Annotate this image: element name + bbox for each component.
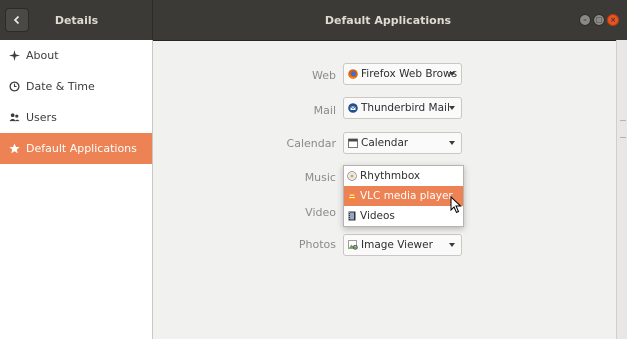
vlc-icon <box>348 191 356 200</box>
menu-item-videos[interactable]: Videos <box>344 206 463 226</box>
calendar-label: Calendar <box>286 137 336 150</box>
mail-combo-value: Thunderbird Mail <box>361 102 450 114</box>
sidebar: About Date & Time Users Default Applicat… <box>0 40 153 339</box>
background-window-edge <box>616 40 627 339</box>
star-icon <box>8 143 20 155</box>
minimize-icon: – <box>583 15 587 24</box>
sidebar-item-about[interactable]: About <box>0 40 152 71</box>
menu-item-vlc[interactable]: VLC media player <box>344 186 463 206</box>
video-label: Video <box>305 206 336 219</box>
headerbar: Details Default Applications – □ × <box>0 0 627 41</box>
calendar-combo[interactable]: Calendar <box>343 132 462 154</box>
calendar-combo-value: Calendar <box>361 137 409 149</box>
sidebar-item-label: About <box>26 49 59 62</box>
back-button[interactable] <box>5 8 29 32</box>
firefox-icon <box>348 69 358 79</box>
maximize-button[interactable]: □ <box>593 14 605 26</box>
mail-combo[interactable]: Thunderbird Mail <box>343 97 462 119</box>
window-title: Default Applications <box>324 14 452 27</box>
videos-icon <box>348 211 356 221</box>
chevron-down-icon <box>449 106 455 110</box>
calendar-icon <box>348 138 358 148</box>
maximize-icon: □ <box>595 15 603 24</box>
sidebar-item-label: Default Applications <box>26 142 137 155</box>
thunderbird-icon <box>348 103 358 113</box>
sidebar-item-label: Users <box>26 111 57 124</box>
chevron-left-icon <box>13 15 20 25</box>
menu-item-label: Videos <box>360 210 395 222</box>
photos-combo-value: Image Viewer <box>361 239 433 251</box>
rhythmbox-icon <box>347 171 357 181</box>
chevron-down-icon <box>449 141 455 145</box>
web-combo-value: Firefox Web Browser <box>361 68 457 80</box>
sidebar-item-label: Date & Time <box>26 80 95 93</box>
photos-combo[interactable]: Image Viewer <box>343 234 462 256</box>
users-icon <box>8 112 20 124</box>
mouse-cursor-icon <box>450 196 462 214</box>
menu-item-rhythmbox[interactable]: Rhythmbox <box>344 166 463 186</box>
web-combo[interactable]: Firefox Web Browser <box>343 63 462 85</box>
mail-label: Mail <box>313 104 336 117</box>
web-label: Web <box>312 69 336 82</box>
menu-item-label: VLC media player <box>360 190 453 202</box>
chevron-down-icon <box>449 72 455 76</box>
clock-icon <box>8 81 20 93</box>
menu-item-label: Rhythmbox <box>360 170 421 182</box>
sidebar-item-date-time[interactable]: Date & Time <box>0 71 152 102</box>
chevron-down-icon <box>449 243 455 247</box>
photos-label: Photos <box>298 238 336 251</box>
close-icon: × <box>610 15 616 24</box>
close-button[interactable]: × <box>607 14 619 26</box>
image-viewer-icon <box>348 240 358 250</box>
sidebar-item-users[interactable]: Users <box>0 102 152 133</box>
plus-star-icon <box>8 50 20 62</box>
sidebar-item-default-applications[interactable]: Default Applications <box>0 133 152 164</box>
music-label: Music <box>304 171 336 184</box>
music-dropdown-menu: Rhythmbox VLC media player Videos <box>343 165 464 227</box>
minimize-button[interactable]: – <box>579 14 591 26</box>
